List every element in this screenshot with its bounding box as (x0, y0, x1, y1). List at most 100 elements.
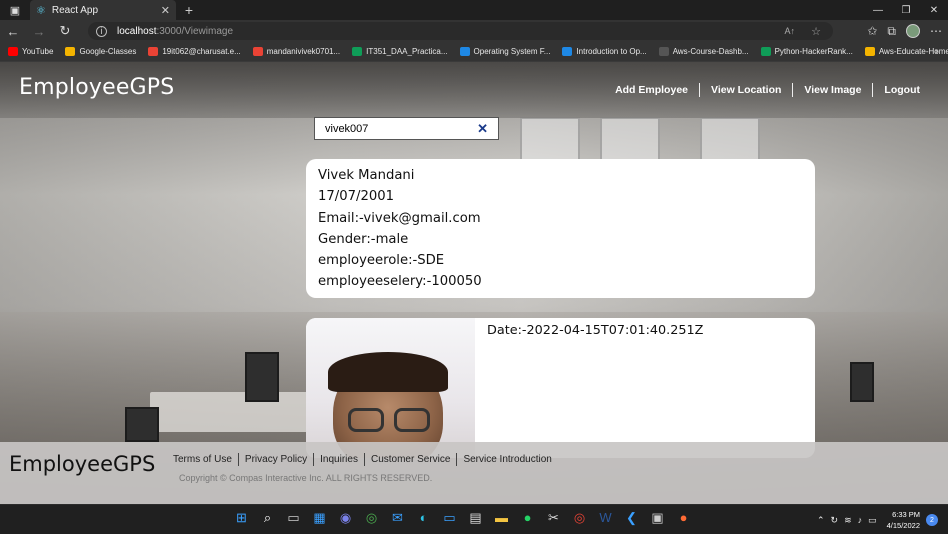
edge-icon[interactable]: ◐ (415, 509, 432, 526)
bookmark-favicon-icon (658, 47, 669, 56)
app-icon[interactable]: ▣ (649, 509, 666, 526)
search-icon[interactable]: ⌕ (259, 509, 276, 526)
footer-link-privacy[interactable]: Privacy Policy (237, 453, 313, 466)
restore-icon[interactable]: ❐ (892, 0, 920, 20)
wifi-icon[interactable]: ≋ (844, 515, 852, 526)
close-tab-icon[interactable]: ✕ (161, 4, 170, 17)
taskbar-apps: ⊞ ⌕ ▭ ▦ ◉ ◎ ✉ ◐ ▭ ▤ ▬ ● ✂ ◎ W ❮ ▣ ● (233, 509, 692, 526)
nav-add-employee[interactable]: Add Employee (604, 83, 700, 97)
employee-image-card: Date:-2022-04-15T07:01:40.251Z (306, 318, 815, 458)
photo-hair (328, 352, 448, 392)
read-aloud-icon[interactable]: A↑ (784, 26, 795, 36)
bookmark-item[interactable]: YouTube (8, 47, 53, 56)
clock-date: 4/15/2022 (886, 521, 920, 530)
task-view-icon[interactable]: ▭ (285, 509, 302, 526)
footer-link-customer-service[interactable]: Customer Service (363, 453, 456, 466)
background-monitor (125, 407, 159, 442)
react-icon: ⚛ (36, 4, 46, 17)
page-viewport: EmployeeGPS Add Employee View Location V… (0, 62, 948, 504)
employee-gender: Gender:-male (318, 231, 409, 247)
start-icon[interactable]: ⊞ (233, 509, 250, 526)
volume-icon[interactable]: ♪ (858, 515, 863, 525)
postman-icon[interactable]: ● (675, 509, 692, 526)
footer-link-inquiries[interactable]: Inquiries (313, 453, 364, 466)
footer-links: Terms of Use Privacy Policy Inquiries Cu… (173, 453, 558, 466)
tab-title: React App (51, 4, 99, 16)
employee-role: employeerole:-SDE (318, 253, 445, 269)
employee-search: ✕ (314, 117, 499, 140)
info-icon[interactable]: i (96, 25, 107, 37)
footer-link-service-introduction[interactable]: Service Introduction (456, 453, 557, 466)
bookmark-label: Python-HackerRank... (774, 47, 853, 56)
folder-icon[interactable]: ▬ (493, 509, 510, 526)
teams-icon[interactable]: ◉ (337, 509, 354, 526)
bookmark-label: Introduction to Op... (576, 47, 647, 56)
employee-details-card: Vivek Mandani 17/07/2001 Email:-vivek@gm… (306, 159, 815, 298)
bookmark-item[interactable]: Aws-Course-Dashb... (658, 47, 749, 56)
nav-view-location[interactable]: View Location (700, 83, 794, 97)
battery-icon[interactable]: ▭ (868, 515, 877, 526)
chrome-icon[interactable]: ◎ (363, 509, 380, 526)
profile-avatar[interactable] (906, 24, 920, 38)
mail-icon[interactable]: ✉ (389, 509, 406, 526)
clear-icon[interactable]: ✕ (477, 121, 488, 137)
whatsapp-icon[interactable]: ● (519, 509, 536, 526)
footer-brand: EmployeeGPS (9, 452, 156, 476)
chrome-alt-icon[interactable]: ◎ (571, 509, 588, 526)
copyright: Copyright © Compas Interactive Inc. ALL … (179, 473, 433, 483)
browser-tab[interactable]: ⚛ React App ✕ (30, 0, 176, 20)
search-input[interactable] (325, 122, 475, 135)
forward-icon[interactable]: → (26, 24, 52, 39)
snipping-icon[interactable]: ✂ (545, 509, 562, 526)
nav-view-image[interactable]: View Image (793, 83, 874, 97)
bookmark-label: IT351_DAA_Practica... (366, 47, 448, 56)
bookmark-favicon-icon (352, 47, 363, 56)
bookmarks-bar: YouTube Google-Classes 19it062@charusat.e.… (0, 42, 948, 62)
background-monitor (850, 362, 874, 402)
bookmark-favicon-icon (459, 47, 470, 56)
store-icon[interactable]: ▤ (467, 509, 484, 526)
word-icon[interactable]: W (597, 509, 614, 526)
back-icon[interactable]: ← (0, 24, 26, 39)
windows-taskbar: ⊞ ⌕ ▭ ▦ ◉ ◎ ✉ ◐ ▭ ▤ ▬ ● ✂ ◎ W ❮ ▣ ● ⌃ ↻ … (0, 504, 948, 534)
favorite-star-icon[interactable]: ☆ (811, 25, 821, 38)
tray-chevron-icon[interactable]: ⌃ (817, 515, 825, 526)
footer-link-terms[interactable]: Terms of Use (173, 453, 238, 466)
collections-icon[interactable]: ⧉ (887, 24, 896, 39)
bookmark-item[interactable]: IT351_DAA_Practica... (352, 47, 448, 56)
bookmark-favicon-icon (8, 47, 18, 56)
sync-icon[interactable]: ↻ (831, 515, 839, 526)
address-toolbar: ← → ↻ i localhost:3000/Viewimage A↑ ☆ ✩ … (0, 20, 948, 42)
app-brand[interactable]: EmployeeGPS (19, 75, 174, 100)
bookmark-item[interactable]: 19it062@charusat.e... (148, 47, 241, 56)
employee-salary: employeeselery:-100050 (318, 274, 482, 290)
vscode-icon[interactable]: ❮ (623, 509, 640, 526)
url-field[interactable]: i localhost:3000/Viewimage A↑ ☆ (88, 22, 833, 40)
window-close-icon[interactable]: ✕ (920, 0, 948, 20)
minimize-icon[interactable]: — (864, 0, 892, 20)
bookmark-favicon-icon (148, 47, 159, 56)
favorites-icon[interactable]: ✩ (867, 24, 877, 38)
bookmark-item[interactable]: mandanivivek0701... (252, 47, 340, 56)
bookmarks-more-icon[interactable]: › (935, 46, 938, 57)
toolbar-right: ✩ ⧉ ⋯ (867, 20, 942, 42)
clock[interactable]: 6:33 PM 4/15/2022 (887, 509, 920, 531)
bookmark-favicon-icon (864, 47, 875, 56)
bookmark-favicon-icon (65, 47, 76, 56)
notification-badge[interactable]: 2 (926, 514, 938, 526)
refresh-icon[interactable]: ↻ (52, 23, 78, 39)
tab-actions-icon[interactable]: ▣ (0, 0, 30, 20)
photo-glasses (394, 408, 430, 432)
bookmark-item[interactable]: Operating System F... (459, 47, 550, 56)
more-menu-icon[interactable]: ⋯ (930, 24, 942, 38)
employee-dob: 17/07/2001 (318, 189, 395, 205)
bookmark-item[interactable]: Google-Classes (65, 47, 136, 56)
nav-logout[interactable]: Logout (873, 83, 920, 97)
widgets-icon[interactable]: ▦ (311, 509, 328, 526)
new-tab-button[interactable]: + (180, 0, 198, 20)
bookmark-item[interactable]: Python-HackerRank... (760, 47, 853, 56)
bookmark-favicon-icon (562, 47, 573, 56)
bookmark-item[interactable]: Introduction to Op... (562, 47, 647, 56)
window-controls: — ❐ ✕ (864, 0, 948, 20)
monitor-icon[interactable]: ▭ (441, 509, 458, 526)
